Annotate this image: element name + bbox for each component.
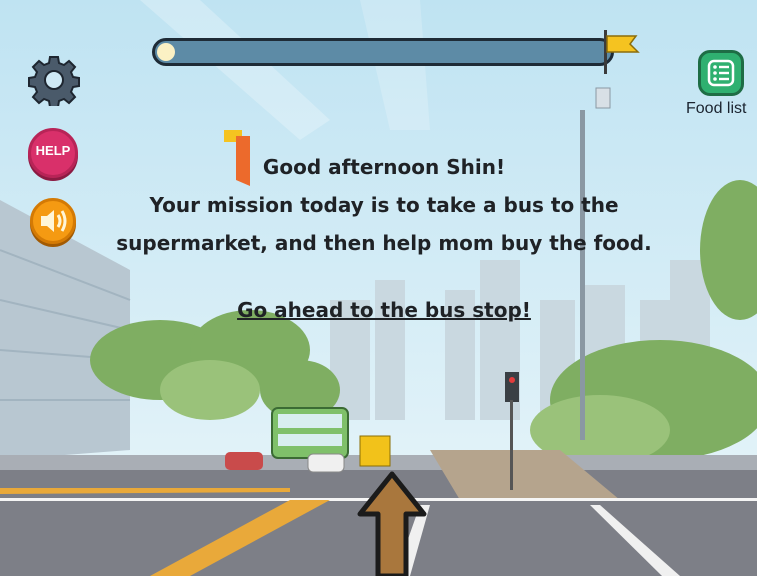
food-list-button[interactable] (698, 50, 744, 96)
mission-line-1: Your mission today is to take a bus to t… (149, 193, 619, 217)
mission-dialog: Good afternoon Shin! Your mission today … (100, 148, 668, 262)
finish-flag-icon (604, 30, 640, 74)
food-list-label[interactable]: Food list (686, 100, 746, 118)
forward-arrow-icon[interactable] (352, 470, 432, 576)
mission-progress-bar (152, 38, 614, 66)
greeting-text: Good afternoon Shin! (262, 155, 506, 179)
help-label: HELP (35, 143, 71, 158)
help-button[interactable]: HELP (28, 128, 78, 178)
speaker-icon (41, 210, 67, 232)
go-to-bus-stop-link[interactable]: Go ahead to the bus stop! (100, 298, 668, 322)
gear-icon[interactable] (28, 54, 80, 106)
sound-button[interactable] (30, 198, 76, 244)
mission-line-2: supermarket, and then help mom buy the f… (116, 231, 652, 255)
list-icon (707, 59, 735, 87)
progress-fill (157, 43, 175, 61)
